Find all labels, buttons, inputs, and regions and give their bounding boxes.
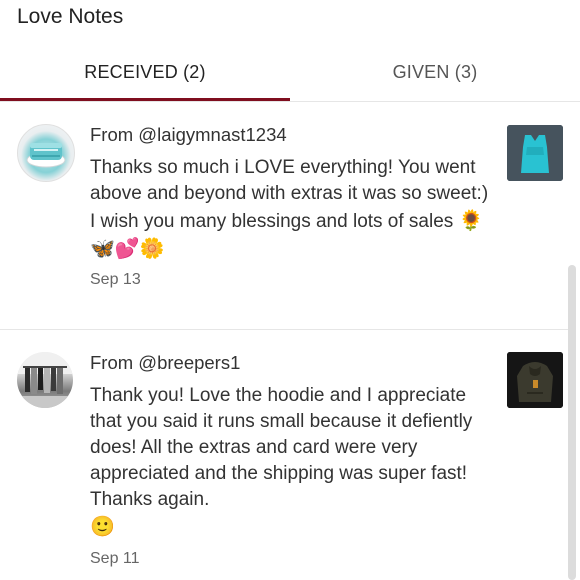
note-message: Thank you! Love the hoodie and I appreci… — [90, 383, 490, 541]
teal-cake-avatar-icon — [26, 143, 66, 168]
note-date: Sep 13 — [90, 271, 141, 288]
listing-thumbnail[interactable] — [507, 125, 563, 181]
note-date: Sep 11 — [90, 550, 140, 567]
love-notes-screen: Love Notes RECEIVED (2) GIVEN (3) From @… — [0, 0, 580, 580]
teal-top-thumbnail-icon — [507, 125, 563, 181]
love-note-item: From @breepers1 Thank you! Love the hood… — [0, 329, 568, 580]
avatar[interactable] — [17, 124, 75, 182]
page-title: Love Notes — [17, 5, 124, 28]
hoodie-thumbnail-icon — [507, 352, 563, 408]
note-message-text: Thanks so much i LOVE everything! You we… — [90, 157, 489, 232]
avatar[interactable] — [17, 352, 73, 408]
note-sender[interactable]: From @breepers1 — [90, 352, 240, 374]
note-sender[interactable]: From @laigymnast1234 — [90, 124, 287, 146]
tab-bar: RECEIVED (2) GIVEN (3) — [0, 50, 580, 102]
tab-received[interactable]: RECEIVED (2) — [0, 50, 290, 98]
tab-given[interactable]: GIVEN (3) — [290, 50, 580, 98]
listing-thumbnail[interactable] — [507, 352, 563, 408]
note-message-text: Thank you! Love the hoodie and I appreci… — [90, 385, 473, 510]
active-tab-indicator — [0, 98, 290, 101]
note-message: Thanks so much i LOVE everything! You we… — [90, 155, 490, 263]
scrollbar[interactable] — [568, 265, 576, 580]
clothing-rack-avatar-icon — [17, 352, 73, 408]
love-note-item: From @laigymnast1234 Thanks so much i LO… — [0, 104, 568, 328]
note-emojis: 🙂 — [90, 514, 115, 538]
